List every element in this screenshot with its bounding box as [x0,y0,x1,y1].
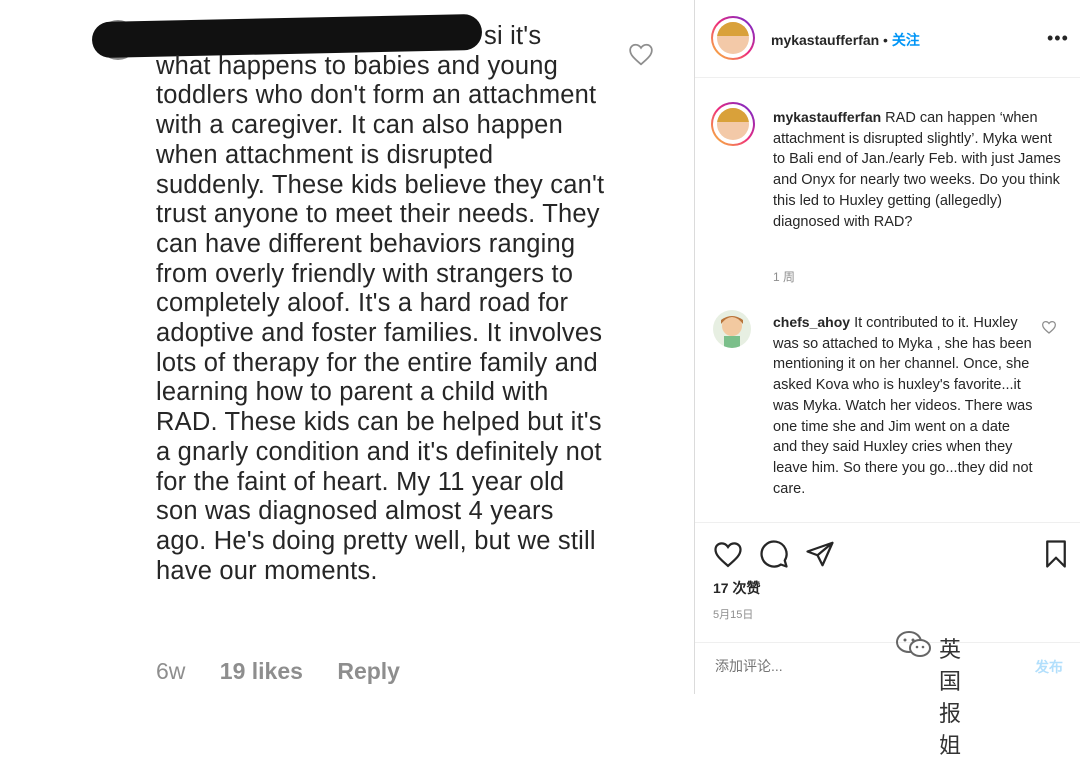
reply-button[interactable]: Reply [337,658,400,684]
watermark-text: 英国报姐 [939,637,963,758]
comment-meta: 6w 19 likes Reply [156,658,428,685]
add-comment-bar: 发布 [695,642,1080,695]
bookmark-icon[interactable] [1041,539,1071,569]
heart-icon[interactable] [628,42,654,66]
caption-username[interactable]: mykastaufferfan [773,109,881,125]
comment-icon[interactable] [759,539,789,569]
caption-time: 1 周 [773,270,796,284]
share-icon[interactable] [805,539,835,569]
follow-button[interactable]: 关注 [892,32,920,48]
caption-text: RAD can happen ‘when attachment is disru… [773,110,1061,230]
post-caption: mykastaufferfan RAD can happen ‘when att… [773,107,1063,232]
comment-item-text: It contributed to it. Huxley was so atta… [773,315,1033,497]
comment-likes[interactable]: 19 likes [220,658,303,684]
cartoon-avatar-icon [721,316,743,348]
comment-first-fragment: si it's [484,22,542,50]
post-button[interactable]: 发布 [1035,657,1063,677]
comment-avatar[interactable] [713,310,751,348]
header-user: mykastaufferfan • 关注 [771,30,920,50]
comment-username[interactable]: chefs_ahoy [773,314,850,330]
header-username[interactable]: mykastaufferfan [771,32,879,48]
header-avatar[interactable] [711,16,755,60]
more-icon[interactable]: ••• [1047,28,1069,49]
post-header: mykastaufferfan • 关注 ••• [695,0,1080,78]
heart-icon[interactable] [1041,320,1057,334]
wechat-icon [896,631,931,657]
like-heart-icon[interactable] [713,539,743,569]
comment-screenshot-panel: si it's what happens to babies and young… [0,0,694,694]
post-date: 5月15日 [713,609,754,621]
comment-item: chefs_ahoy It contributed to it. Huxley … [773,312,1033,499]
caption-avatar[interactable] [711,102,755,146]
likes-count[interactable]: 17 次赞 [713,578,760,598]
post-sidebar: mykastaufferfan • 关注 ••• mykastaufferfan… [694,0,1080,758]
comment-body: what happens to babies and young toddler… [156,51,605,585]
header-separator: • [879,32,892,48]
action-bar: 17 次赞 5月15日 [695,522,1080,643]
comment-age: 6w [156,658,186,684]
comment-text: si it's what happens to babies and young… [156,22,606,586]
